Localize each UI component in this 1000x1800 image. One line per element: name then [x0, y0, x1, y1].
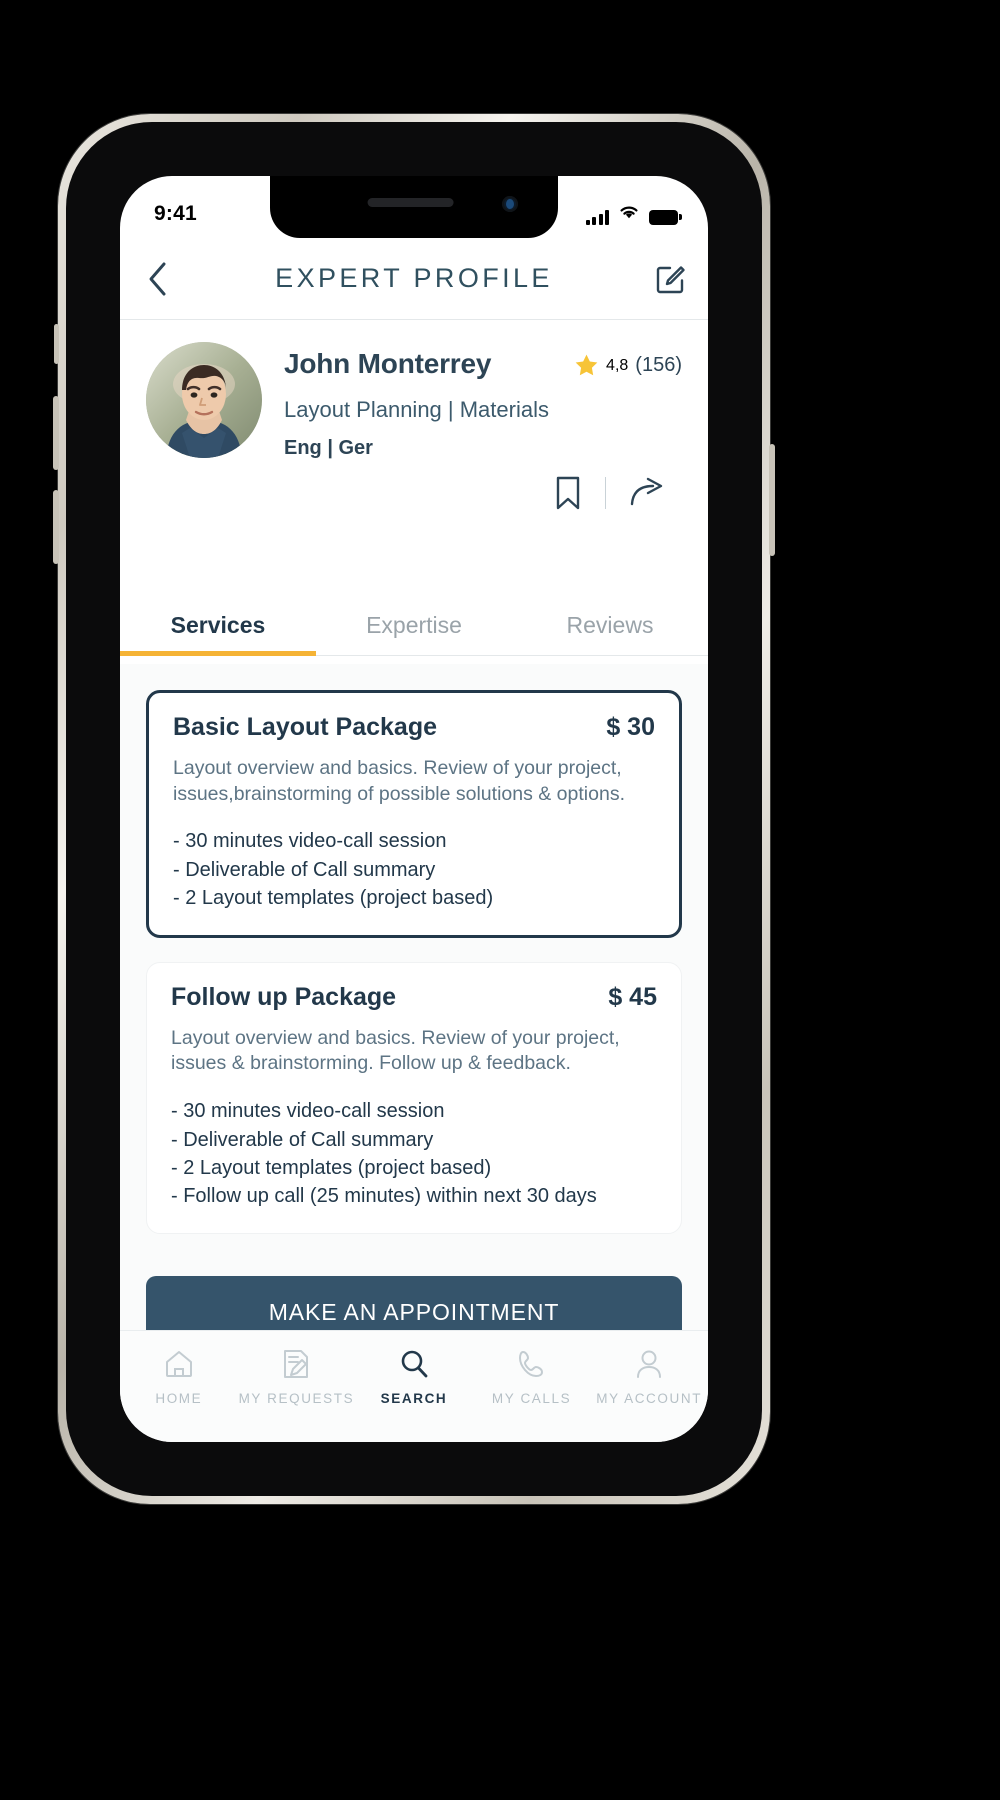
name-row: John Monterrey 4,8 (156)	[284, 348, 682, 380]
service-item: - 2 Layout templates (project based)	[171, 1156, 492, 1179]
back-button[interactable]	[120, 238, 194, 319]
service-description: Layout overview and basics. Review of yo…	[171, 1026, 620, 1075]
bookmark-icon	[556, 476, 580, 510]
rating-count: (156)	[635, 354, 682, 376]
phone-icon	[517, 1349, 547, 1379]
nav-label: HOME	[155, 1391, 203, 1406]
service-price: $ 30	[606, 713, 655, 741]
wifi-icon	[618, 204, 640, 225]
share-arrow-icon	[630, 477, 663, 506]
languages-text: Eng | Ger	[284, 437, 373, 459]
service-card-basic[interactable]: Basic Layout Package $ 30 Layout overvie…	[146, 690, 682, 938]
nav-item-my-requests[interactable]: MY REQUESTS	[238, 1349, 356, 1406]
phone-volume-up-button	[53, 396, 59, 470]
service-price: $ 45	[608, 982, 657, 1011]
action-divider	[605, 477, 606, 509]
service-item: - Follow up call (25 minutes) within nex…	[171, 1185, 597, 1208]
expert-name: John Monterrey	[284, 348, 492, 379]
edit-profile-button[interactable]	[634, 238, 708, 319]
nav-label: MY CALLS	[491, 1391, 572, 1406]
home-icon	[164, 1349, 194, 1379]
nav-label: SEARCH	[380, 1391, 448, 1406]
profile-actions	[284, 476, 682, 510]
app-header: EXPERT PROFILE	[120, 238, 708, 320]
page-title: EXPERT PROFILE	[275, 263, 553, 293]
nav-label: MY ACCOUNT	[596, 1391, 703, 1406]
edit-square-icon	[656, 265, 685, 293]
service-items: - 30 minutes video-call session - Delive…	[173, 827, 655, 912]
nav-item-home[interactable]: HOME	[120, 1349, 238, 1406]
service-title: Follow up Package	[171, 982, 397, 1011]
phone-screen: 9:41 EXPERT PROFILE John Monterrey 4,8 (…	[120, 176, 708, 1442]
service-item: - 30 minutes video-call session	[173, 830, 447, 853]
service-title: Basic Layout Package	[173, 713, 438, 741]
star-icon	[575, 354, 598, 376]
rating: 4,8 (156)	[574, 350, 682, 378]
tab-services[interactable]: Services	[120, 600, 316, 656]
chevron-left-icon	[149, 262, 166, 295]
cellular-signal-icon	[585, 209, 609, 225]
battery-icon	[649, 209, 682, 225]
profile-details: John Monterrey 4,8 (156) Layout Planning…	[284, 342, 682, 510]
profile-section: John Monterrey 4,8 (156) Layout Planning…	[120, 320, 708, 510]
device-notch	[270, 176, 558, 238]
screenshot-stage: 9:41 EXPERT PROFILE John Monterrey 4,8 (…	[0, 0, 1000, 1800]
service-card-followup[interactable]: Follow up Package $ 45 Layout overview a…	[146, 961, 682, 1234]
service-item: - 2 Layout templates (project based)	[173, 887, 494, 910]
earpiece-speaker	[367, 198, 454, 207]
document-edit-icon	[282, 1349, 310, 1379]
services-list: Basic Layout Package $ 30 Layout overvie…	[120, 664, 708, 1330]
service-items: - 30 minutes video-call session - Delive…	[171, 1097, 657, 1211]
make-appointment-button[interactable]: MAKE AN APPOINTMENT	[146, 1275, 682, 1330]
front-camera	[502, 196, 518, 212]
service-description: Layout overview and basics. Review of yo…	[173, 757, 625, 805]
person-icon	[635, 1349, 663, 1379]
avatar	[146, 342, 262, 458]
search-icon	[399, 1349, 429, 1379]
nav-item-my-calls[interactable]: MY CALLS	[473, 1349, 591, 1406]
service-item: - Deliverable of Call summary	[171, 1128, 434, 1151]
tab-reviews[interactable]: Reviews	[512, 600, 708, 655]
phone-volume-down-button	[53, 490, 59, 564]
nav-item-search[interactable]: SEARCH	[355, 1349, 473, 1406]
card-header: Basic Layout Package $ 30	[173, 713, 655, 742]
rating-value: 4,8	[606, 356, 629, 374]
phone-power-button	[769, 444, 775, 556]
phone-mute-switch	[54, 324, 59, 364]
tab-bar: Services Expertise Reviews	[120, 600, 708, 656]
phone-frame: 9:41 EXPERT PROFILE John Monterrey 4,8 (…	[53, 114, 775, 1504]
share-button[interactable]	[630, 477, 664, 509]
avatar-portrait-icon	[146, 342, 262, 458]
tab-expertise[interactable]: Expertise	[316, 600, 512, 655]
service-item: - Deliverable of Call summary	[173, 858, 436, 881]
status-time: 9:41	[154, 202, 197, 225]
status-icons	[585, 204, 682, 225]
nav-item-my-account[interactable]: MY ACCOUNT	[590, 1349, 708, 1406]
bottom-navigation: HOME MY REQUESTS SEARCH MY CALLS MY ACCO…	[120, 1330, 708, 1442]
service-item: - 30 minutes video-call session	[171, 1100, 445, 1123]
nav-label: MY REQUESTS	[238, 1391, 355, 1406]
specialty-text: Layout Planning | Materials	[284, 397, 549, 422]
card-header: Follow up Package $ 45	[171, 983, 657, 1012]
bookmark-button[interactable]	[555, 476, 581, 510]
